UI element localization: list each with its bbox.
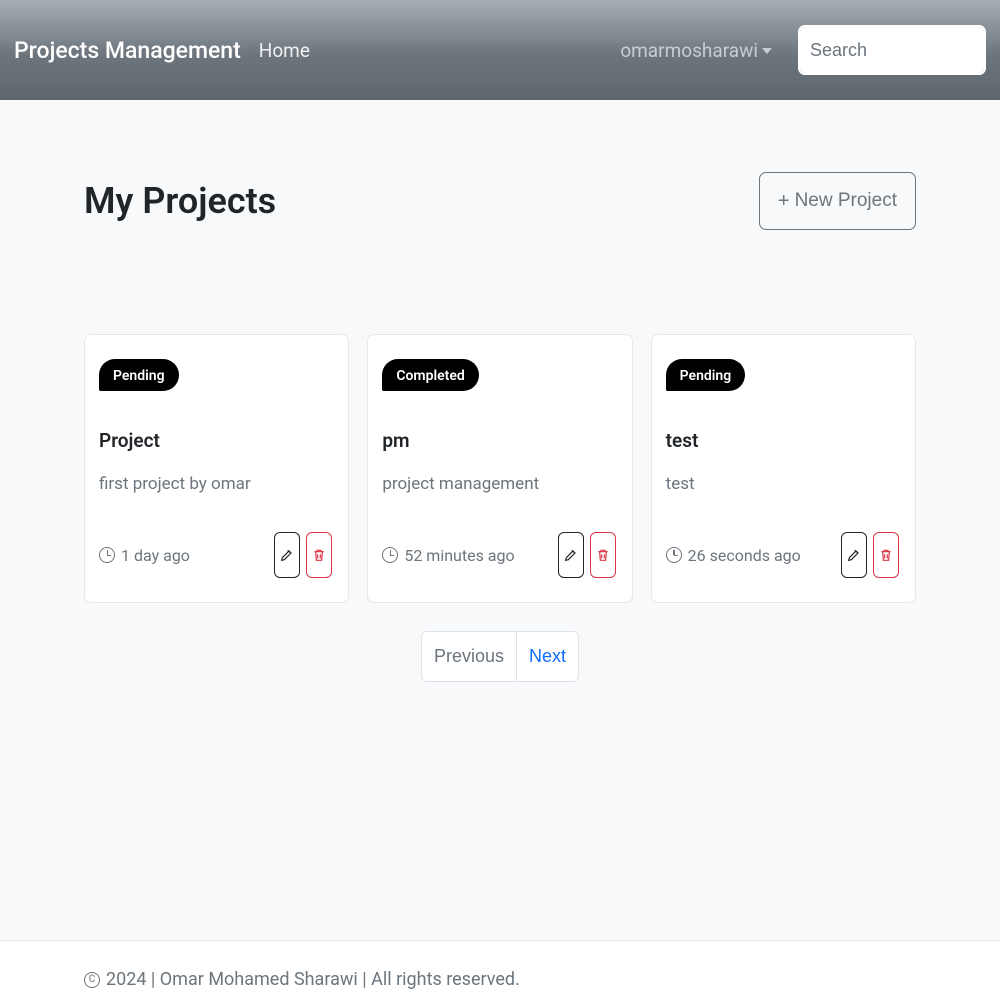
project-grid: Pending Project first project by omar 1 … xyxy=(84,334,916,603)
project-desc: project management xyxy=(382,474,615,494)
edit-button[interactable] xyxy=(841,532,867,578)
project-title: test xyxy=(666,429,899,452)
clock-icon xyxy=(666,547,682,563)
clock-icon xyxy=(99,547,115,563)
status-badge: Pending xyxy=(666,359,746,391)
brand[interactable]: Projects Management xyxy=(14,37,241,64)
edit-button[interactable] xyxy=(558,532,584,578)
project-card: Completed pm project management 52 minut… xyxy=(367,334,632,603)
main: My Projects + New Project Pending Projec… xyxy=(0,100,1000,940)
search-form xyxy=(798,25,986,75)
delete-button[interactable] xyxy=(590,532,616,578)
project-card: Pending test test 26 seconds ago xyxy=(651,334,916,603)
status-badge: Completed xyxy=(382,359,478,391)
copyright-icon: C xyxy=(84,972,100,988)
footer: C 2024 | Omar Mohamed Sharawi | All righ… xyxy=(0,940,1000,1000)
project-desc: test xyxy=(666,474,899,494)
pencil-icon xyxy=(846,547,862,563)
new-project-label: New Project xyxy=(795,190,897,212)
user-menu[interactable]: omarmosharawi xyxy=(620,39,772,62)
navbar: Projects Management Home omarmosharawi xyxy=(0,0,1000,100)
pencil-icon xyxy=(563,547,579,563)
trash-icon xyxy=(878,547,894,563)
project-time: 52 minutes ago xyxy=(382,546,514,565)
trash-icon xyxy=(311,547,327,563)
project-desc: first project by omar xyxy=(99,474,332,494)
next-button[interactable]: Next xyxy=(516,632,578,681)
username: omarmosharawi xyxy=(620,39,758,62)
project-card: Pending Project first project by omar 1 … xyxy=(84,334,349,603)
delete-button[interactable] xyxy=(873,532,899,578)
previous-button[interactable]: Previous xyxy=(422,632,516,681)
new-project-button[interactable]: + New Project xyxy=(759,172,916,230)
pagination: Previous Next xyxy=(84,631,916,682)
clock-icon xyxy=(382,547,398,563)
status-badge: Pending xyxy=(99,359,179,391)
search-input[interactable] xyxy=(800,27,986,73)
pencil-icon xyxy=(279,547,295,563)
footer-text: 2024 | Omar Mohamed Sharawi | All rights… xyxy=(106,969,520,990)
project-title: pm xyxy=(382,429,615,452)
page-title: My Projects xyxy=(84,180,276,222)
trash-icon xyxy=(595,547,611,563)
project-time: 26 seconds ago xyxy=(666,546,801,565)
edit-button[interactable] xyxy=(274,532,300,578)
nav-home[interactable]: Home xyxy=(259,39,310,62)
plus-icon: + xyxy=(778,191,790,211)
delete-button[interactable] xyxy=(306,532,332,578)
project-title: Project xyxy=(99,429,332,452)
chevron-down-icon xyxy=(762,48,772,54)
project-time: 1 day ago xyxy=(99,546,190,565)
